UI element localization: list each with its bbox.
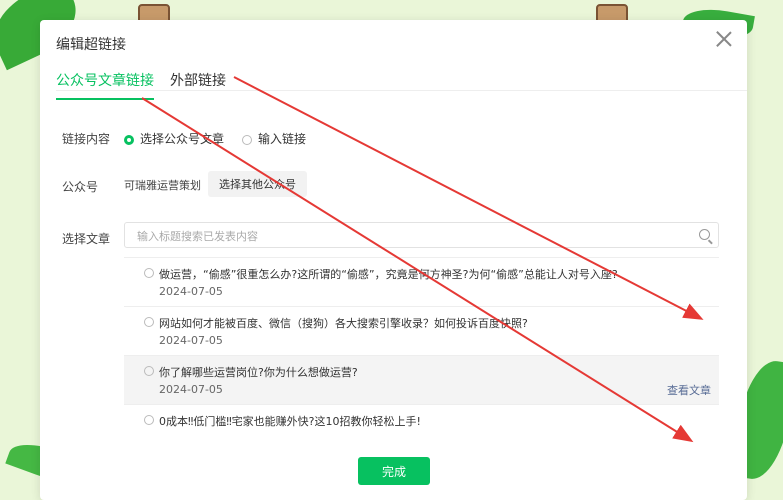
radio-unchecked-icon[interactable] (144, 366, 154, 376)
radio-unchecked-icon (242, 134, 252, 145)
radio-unchecked-icon[interactable] (144, 268, 154, 278)
article-date: 2024-07-05 (159, 383, 223, 396)
article-list[interactable]: 做运营，“偷感”很重怎么办?这所谓的“偷感”，究竟是何方神圣?为何“偷感”总能让… (124, 257, 719, 433)
article-title: 做运营，“偷感”很重怎么办?这所谓的“偷感”，究竟是何方神圣?为何“偷感”总能让… (159, 268, 618, 281)
close-icon[interactable] (715, 30, 733, 48)
tab-official-account-article[interactable]: 公众号文章链接 (56, 70, 154, 100)
article-search-input[interactable] (125, 223, 679, 249)
radio-unchecked-icon[interactable] (144, 415, 154, 425)
article-title: 你了解哪些运营岗位?你为什么想做运营? (159, 366, 358, 379)
list-item[interactable]: 网站如何才能被百度、微信（搜狗）各大搜索引擎收录？如何投诉百度快照? 2024-… (124, 307, 719, 356)
article-title: 网站如何才能被百度、微信（搜狗）各大搜索引擎收录？如何投诉百度快照? (159, 317, 528, 330)
list-item[interactable]: 0成本‼低门槛‼宅家也能赚外快?这10招教你轻松上手! (124, 405, 719, 433)
list-item[interactable]: 做运营，“偷感”很重怎么办?这所谓的“偷感”，究竟是何方神圣?为何“偷感”总能让… (124, 258, 719, 307)
account-name: 可瑞雅运营策划 (124, 179, 201, 192)
link-content-label: 链接内容 (62, 132, 111, 146)
list-item[interactable]: 你了解哪些运营岗位?你为什么想做运营? 2024-07-05 查看文章 (124, 356, 719, 405)
radio-input-link[interactable]: 输入链接 (242, 130, 306, 147)
article-label: 选择文章 (62, 232, 111, 246)
article-date: 2024-07-05 (159, 334, 223, 347)
radio-select-article[interactable]: 选择公众号文章 (124, 130, 224, 147)
article-title: 0成本‼低门槛‼宅家也能赚外快?这10招教你轻松上手! (159, 415, 421, 428)
edit-hyperlink-dialog: 编辑超链接 公众号文章链接 外部链接 链接内容 选择公众号文章 输入链接 公众号… (40, 20, 747, 500)
article-date: 2024-07-05 (159, 285, 223, 298)
done-button[interactable]: 完成 (358, 457, 430, 485)
search-icon[interactable] (699, 229, 710, 240)
radio-checked-icon (124, 134, 134, 145)
article-search-box (124, 222, 719, 249)
view-article-link[interactable]: 查看文章 (667, 382, 711, 398)
tab-external-link[interactable]: 外部链接 (170, 70, 226, 98)
dialog-title: 编辑超链接 (56, 37, 126, 53)
radio-unchecked-icon[interactable] (144, 317, 154, 327)
choose-other-account-button[interactable]: 选择其他公众号 (208, 171, 307, 197)
radio-label: 选择公众号文章 (140, 132, 225, 146)
account-label: 公众号 (62, 180, 99, 194)
radio-label: 输入链接 (258, 132, 307, 146)
tab-bar: 公众号文章链接 外部链接 (56, 70, 747, 100)
